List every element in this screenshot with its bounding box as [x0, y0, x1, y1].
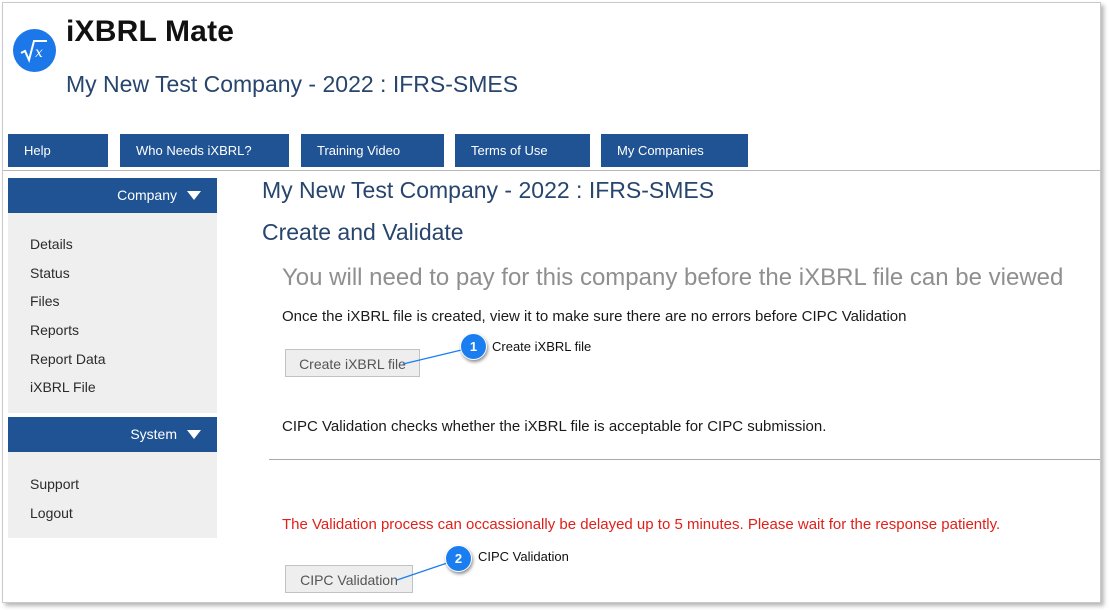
sidebar-item-reports[interactable]: Reports — [30, 322, 79, 338]
payment-warning: You will need to pay for this company be… — [282, 264, 1064, 291]
sidebar-item-ixbrl-file[interactable]: iXBRL File — [30, 379, 96, 395]
nav-terms-of-use[interactable]: Terms of Use — [455, 134, 590, 167]
create-ixbrl-button[interactable]: Create iXBRL file — [285, 349, 420, 377]
sidebar-system-panel: Support Logout — [8, 452, 217, 538]
app-window: x iXBRL Mate My New Test Company - 2022 … — [2, 2, 1101, 603]
nav-my-companies[interactable]: My Companies — [601, 134, 748, 167]
nav-who-needs-ixbrl[interactable]: Who Needs iXBRL? — [120, 134, 289, 167]
sidebar-item-support[interactable]: Support — [30, 476, 79, 492]
company-subtitle: My New Test Company - 2022 : IFRS-SMES — [66, 71, 519, 97]
sidebar-system-label: System — [130, 426, 177, 442]
callout-label-1: Create iXBRL file — [492, 339, 592, 354]
sidebar-item-status[interactable]: Status — [30, 265, 70, 281]
callout-label-2: CIPC Validation — [478, 549, 569, 564]
caret-down-icon — [187, 191, 201, 200]
sidebar-system-header[interactable]: System — [8, 417, 217, 452]
create-info-text: Once the iXBRL file is created, view it … — [282, 308, 907, 325]
app-title: iXBRL Mate — [66, 15, 235, 48]
sqrt-x-icon: x — [13, 29, 56, 72]
sidebar-item-report-data[interactable]: Report Data — [30, 351, 105, 367]
caret-down-icon — [187, 430, 201, 439]
cipc-validation-button[interactable]: CIPC Validation — [285, 565, 413, 593]
header-divider — [3, 170, 1100, 171]
sidebar-company-label: Company — [117, 187, 177, 203]
sidebar-company-header[interactable]: Company — [8, 178, 217, 213]
delay-warning: The Validation process can occassionally… — [282, 516, 1001, 533]
sidebar-item-logout[interactable]: Logout — [30, 505, 73, 521]
section-title: Create and Validate — [262, 219, 464, 245]
sidebar-item-files[interactable]: Files — [30, 293, 60, 309]
sidebar-item-details[interactable]: Details — [30, 236, 73, 252]
callout-badge-2: 2 — [445, 545, 472, 572]
page-title: My New Test Company - 2022 : IFRS-SMES — [262, 177, 715, 203]
svg-text:x: x — [35, 45, 43, 61]
callout-badge-1: 1 — [460, 333, 487, 360]
section-divider — [269, 459, 1100, 460]
cipc-info-text: CIPC Validation checks whether the iXBRL… — [282, 418, 827, 435]
nav-training-video[interactable]: Training Video — [301, 134, 444, 167]
nav-help[interactable]: Help — [8, 134, 108, 167]
sidebar-company-panel: Details Status Files Reports Report Data… — [8, 213, 217, 413]
